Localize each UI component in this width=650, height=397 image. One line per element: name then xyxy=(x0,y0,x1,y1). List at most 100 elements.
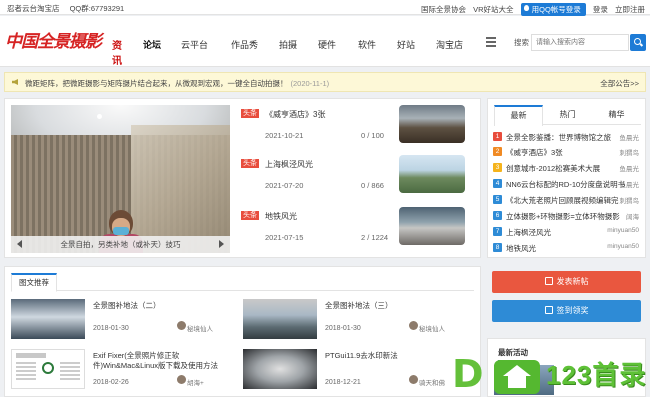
news-thumbnail[interactable] xyxy=(399,207,465,245)
register-link[interactable]: 立即注册 xyxy=(615,5,645,14)
slide-prev-icon[interactable] xyxy=(17,240,22,248)
rank-author[interactable]: 刺猬鸟 xyxy=(620,195,640,205)
nav-item-shooting[interactable]: 拍摄 xyxy=(279,38,297,51)
news-date: 2021-10-21 xyxy=(265,131,304,140)
recommended-card[interactable]: 全景图补地法（三） 2018-01-30 秘境仙人 xyxy=(243,299,473,345)
rank-title[interactable]: 上海枫泾风光 xyxy=(506,227,551,238)
card-title[interactable]: 全景图补地法（三） xyxy=(325,301,455,311)
card-thumbnail[interactable] xyxy=(243,299,317,339)
announcement-date: (2020-11-1) xyxy=(290,79,330,88)
watermark-letter: D xyxy=(452,352,484,396)
card-author[interactable]: 胡海+ xyxy=(187,377,204,387)
top-link-association[interactable]: 国际全景协会 xyxy=(421,5,466,14)
card-thumbnail[interactable] xyxy=(11,299,85,339)
ranking-item[interactable]: 2 《威亨酒店》3张 刺猬鸟 xyxy=(493,145,643,159)
news-views: 0 / 100 xyxy=(361,131,384,140)
news-item[interactable]: 头条 《威亨酒店》3张 2021-10-21 0 / 100 xyxy=(241,105,473,147)
qq-group-text: QQ群:67793291 xyxy=(69,4,125,13)
nav-item-software[interactable]: 软件 xyxy=(358,38,376,51)
site-logo[interactable]: 中国全景摄影 资讯 xyxy=(5,27,130,67)
recommended-card[interactable]: 全景图补地法（二） 2018-01-30 秘境仙人 xyxy=(11,299,241,345)
ranking-item[interactable]: 6 立体摄影+环物摄影=立体环物摄影 阔海 xyxy=(493,209,643,223)
nav-item-hardware[interactable]: 硬件 xyxy=(318,38,336,51)
announcement-bar: 微距矩阵，把微距摄影与矩阵摄片结合起来，从微观到宏观，一键全自动拍摄！ (2020… xyxy=(4,72,646,92)
news-item[interactable]: 头条 上海枫泾风光 2021-07-20 0 / 866 xyxy=(241,155,473,197)
rank-author[interactable]: 鱼晨光 xyxy=(620,163,640,173)
nav-item-cloud[interactable]: 云平台 xyxy=(181,38,208,51)
rank-title[interactable]: NN6云台标配的RD-10分度盘说明书 xyxy=(506,179,625,190)
slide-caption[interactable]: 全景自拍，另类补地（或补天）技巧 xyxy=(11,236,230,253)
card-author[interactable]: 骑天和佛 xyxy=(419,377,445,387)
ranking-item[interactable]: 8 地铁风光 minyuan50 xyxy=(493,241,643,255)
tab-featured[interactable]: 精华 xyxy=(592,105,641,125)
rank-title[interactable]: 立体摄影+环物摄影=立体环物摄影 xyxy=(506,211,620,222)
rank-title[interactable]: 创意城市-2012松赛美术大展 xyxy=(506,163,600,174)
featured-slide[interactable]: 全景自拍，另类补地（或补天）技巧 xyxy=(11,105,230,253)
card-thumbnail[interactable] xyxy=(243,349,317,389)
rank-author[interactable]: minyuan50 xyxy=(607,243,639,250)
avatar[interactable] xyxy=(409,321,418,330)
announcement-text[interactable]: 微距矩阵，把微距摄影与矩阵摄片结合起来，从微观到宏观，一键全自动拍摄！ (2020… xyxy=(25,78,329,89)
tab-recommended[interactable]: 图文推荐 xyxy=(11,273,57,292)
rank-title[interactable]: 全景全影鉴播：世界博物馆之旅 xyxy=(506,132,611,143)
card-title[interactable]: 全景图补地法（二） xyxy=(93,301,223,311)
login-link[interactable]: 登录 xyxy=(593,5,608,14)
news-item[interactable]: 头条 地铁风光 2021-07-15 2 / 1224 xyxy=(241,207,473,249)
ranking-tabs: 最新 热门 精华 xyxy=(494,105,641,126)
qq-login-button[interactable]: 用QQ帐号登录 xyxy=(520,3,586,16)
recommended-section: 图文推荐 全景图补地法（二） 2018-01-30 秘境仙人 全景图补地法（三）… xyxy=(4,266,481,397)
all-announcements-link[interactable]: 全部公告>> xyxy=(600,78,639,89)
top-bar: 忍者云台淘宝店 QQ群:67793291 国际全景协会 VR好站大全 用QQ帐号… xyxy=(0,0,650,16)
news-title[interactable]: 地铁风光 xyxy=(265,211,297,222)
avatar[interactable] xyxy=(177,321,186,330)
menu-icon[interactable] xyxy=(486,37,496,47)
news-title[interactable]: 上海枫泾风光 xyxy=(265,159,313,170)
card-title[interactable]: Exif Fixer(全景照片修正软件)Win&Mac&Linux版下载及使用方… xyxy=(93,351,223,371)
shop-link[interactable]: 忍者云台淘宝店 xyxy=(7,4,60,13)
search-icon[interactable] xyxy=(630,34,646,51)
rank-author[interactable]: 刺猬鸟 xyxy=(620,147,640,157)
slide-next-icon[interactable] xyxy=(219,240,224,248)
tab-hot[interactable]: 热门 xyxy=(543,105,592,125)
logo-badge: 资讯 xyxy=(112,41,122,67)
tab-latest[interactable]: 最新 xyxy=(494,105,543,126)
rank-title[interactable]: 《北大荒老照片回顾展视频编辑完 xyxy=(506,195,619,206)
ranking-item[interactable]: 7 上海枫泾风光 minyuan50 xyxy=(493,225,643,239)
news-title[interactable]: 《威亨酒店》3张 xyxy=(265,109,325,120)
sign-in-reward-button[interactable]: 签到领奖 xyxy=(492,300,641,322)
avatar[interactable] xyxy=(177,375,186,384)
ranking-item[interactable]: 3 创意城市-2012松赛美术大展 鱼晨光 xyxy=(493,161,643,175)
news-thumbnail[interactable] xyxy=(399,105,465,143)
watermark-logo: D 123首录 xyxy=(452,352,648,397)
site-header: 中国全景摄影 资讯 论坛 云平台 作品秀 拍摄 硬件 软件 好站 淘宝店 搜索 xyxy=(0,16,650,67)
rank-title[interactable]: 地铁风光 xyxy=(506,243,536,254)
card-thumbnail[interactable] xyxy=(11,349,85,389)
rank-number: 3 xyxy=(493,163,502,172)
new-post-button[interactable]: 发表新帖 xyxy=(492,271,641,293)
card-author[interactable]: 秘境仙人 xyxy=(187,323,213,333)
recommended-card[interactable]: Exif Fixer(全景照片修正软件)Win&Mac&Linux版下载及使用方… xyxy=(11,349,241,395)
nav-item-taobao[interactable]: 淘宝店 xyxy=(436,38,463,51)
news-thumbnail[interactable] xyxy=(399,155,465,193)
rank-number: 1 xyxy=(493,132,502,141)
search-input[interactable] xyxy=(531,34,629,51)
recommended-card[interactable]: PTGui11.9去水印新法 2018-12-21 骑天和佛 xyxy=(243,349,473,395)
rank-author[interactable]: minyuan50 xyxy=(607,227,639,234)
nav-item-sites[interactable]: 好站 xyxy=(397,38,415,51)
top-link-vr-sites[interactable]: VR好站大全 xyxy=(473,5,513,14)
edit-icon xyxy=(544,277,553,285)
card-title[interactable]: PTGui11.9去水印新法 xyxy=(325,351,455,361)
avatar[interactable] xyxy=(409,375,418,384)
nav-item-forum[interactable]: 论坛 xyxy=(143,38,161,51)
headline-badge: 头条 xyxy=(241,159,259,168)
rank-author[interactable]: 鱼晨光 xyxy=(620,132,640,142)
rank-title[interactable]: 《威亨酒店》3张 xyxy=(506,147,563,158)
ranking-item[interactable]: 4 NN6云台标配的RD-10分度盘说明书 鱼晨光 xyxy=(493,177,643,191)
nav-item-showcase[interactable]: 作品秀 xyxy=(231,38,258,51)
slide-indicator-dot[interactable] xyxy=(97,114,102,119)
rank-author[interactable]: 阔海 xyxy=(626,211,639,221)
card-author[interactable]: 秘境仙人 xyxy=(419,323,445,333)
rank-author[interactable]: 鱼晨光 xyxy=(620,179,640,189)
ranking-item[interactable]: 5 《北大荒老照片回顾展视频编辑完 刺猬鸟 xyxy=(493,193,643,207)
ranking-item[interactable]: 1 全景全影鉴播：世界博物馆之旅 鱼晨光 xyxy=(493,130,643,144)
